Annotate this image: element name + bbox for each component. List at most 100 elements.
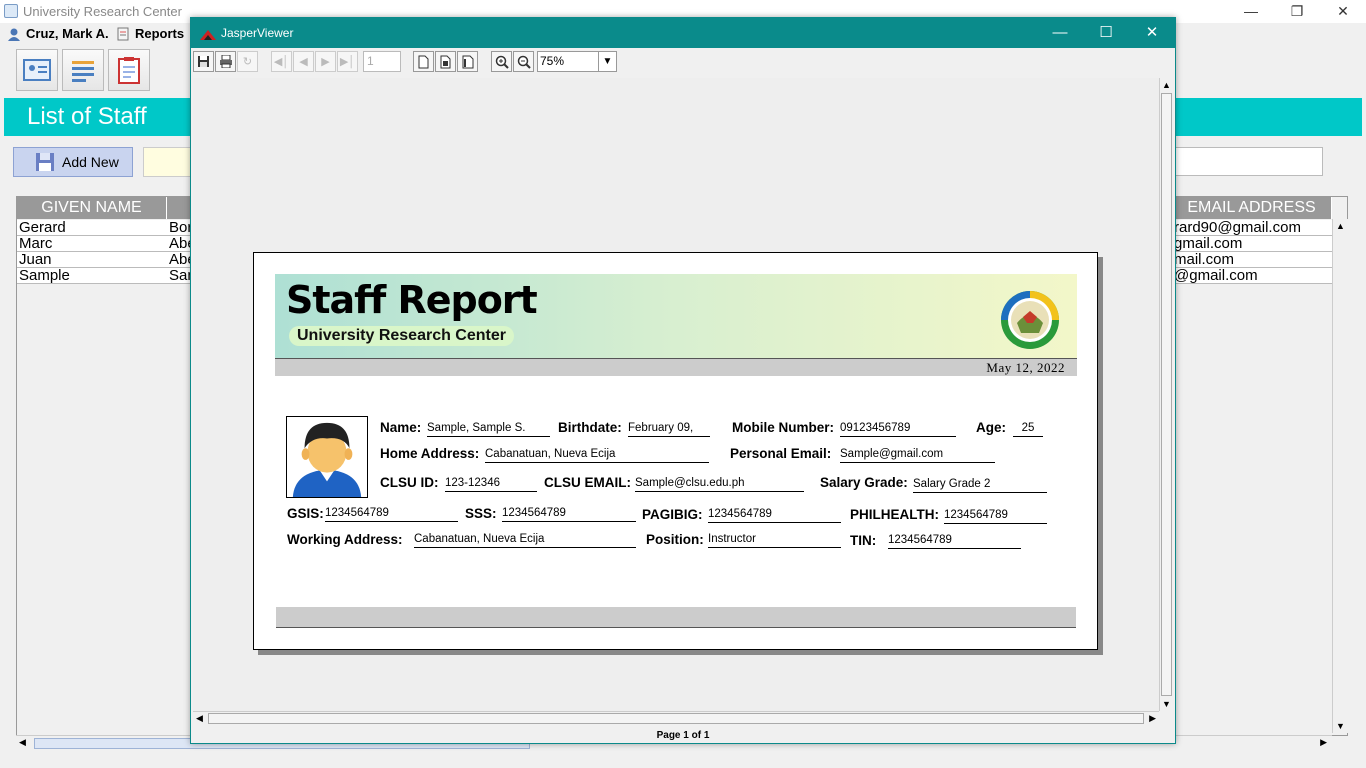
clsu-email-label: CLSU EMAIL:	[544, 475, 631, 490]
fit-width-icon	[462, 55, 473, 68]
user-icon	[7, 27, 21, 41]
table-vertical-scrollbar[interactable]: ▲ ▼	[1332, 219, 1348, 733]
fit-width-button[interactable]	[457, 51, 478, 72]
search-field[interactable]	[143, 147, 193, 177]
cell-email: gmail.com	[1174, 236, 1243, 252]
menu-reports[interactable]: Reports	[116, 26, 184, 41]
column-header-email[interactable]: EMAIL ADDRESS	[1172, 197, 1332, 219]
report-title: Staff Report	[286, 278, 538, 322]
clsu-id-label: CLSU ID:	[380, 475, 439, 490]
minimize-button[interactable]: —	[1228, 0, 1274, 23]
first-page-icon: ◀│	[273, 56, 290, 68]
age-value: 25	[1013, 421, 1043, 437]
position-label: Position:	[646, 532, 704, 547]
staff-profile-button[interactable]	[16, 49, 58, 91]
viewer-vscroll-thumb[interactable]	[1161, 93, 1172, 696]
birthdate-label: Birthdate:	[558, 420, 622, 435]
add-new-button[interactable]: Add New	[13, 147, 133, 177]
list-button[interactable]	[62, 49, 104, 91]
scroll-down-icon[interactable]: ▼	[1162, 699, 1171, 709]
cell-email: @gmail.com	[1174, 268, 1258, 284]
close-button[interactable]: ✕	[1320, 0, 1366, 23]
list-icon	[72, 61, 94, 82]
print-button[interactable]	[215, 51, 236, 72]
philhealth-label: PHILHEALTH:	[850, 507, 939, 522]
birthdate-value: February 09,	[628, 421, 710, 437]
age-label: Age:	[976, 420, 1006, 435]
cell-middle: Bor	[169, 220, 193, 236]
pagibig-label: PAGIBIG:	[642, 507, 703, 522]
column-header-given-name[interactable]: GIVEN NAME	[17, 197, 167, 219]
zoom-in-button[interactable]	[491, 51, 512, 72]
zoom-select[interactable]: 75% ▼	[537, 51, 617, 72]
name-value: Sample, Sample S.	[427, 421, 550, 437]
scroll-right-icon[interactable]: ▶	[1320, 737, 1327, 748]
sss-value: 1234564789	[502, 506, 636, 522]
viewer-vertical-scrollbar[interactable]: ▲ ▼	[1159, 78, 1174, 711]
menu-user-label: Cruz, Mark A.	[26, 26, 109, 41]
banner-title: List of Staff	[27, 103, 147, 130]
actual-size-button[interactable]	[413, 51, 434, 72]
cell-email: mail.com	[1174, 252, 1235, 268]
menu-user[interactable]: Cruz, Mark A.	[7, 26, 109, 41]
name-label: Name:	[380, 420, 422, 435]
report-header: Staff Report University Research Center	[275, 274, 1077, 358]
scroll-left-icon[interactable]: ◀	[19, 737, 26, 748]
tin-label: TIN:	[850, 533, 877, 548]
clsu-email-value: Sample@clsu.edu.ph	[635, 476, 804, 492]
cell-email: rard90@gmail.com	[1174, 220, 1301, 236]
reload-icon: ↻	[242, 56, 253, 68]
personal-email-value: Sample@gmail.com	[840, 447, 995, 463]
page-status: Page 1 of 1	[656, 730, 710, 741]
scroll-right-icon[interactable]: ▶	[1149, 713, 1156, 724]
last-page-button[interactable]: ▶│	[337, 51, 358, 72]
pagibig-value: 1234564789	[708, 507, 841, 523]
report-date: May 12, 2022	[986, 360, 1065, 375]
scroll-down-icon[interactable]: ▼	[1336, 721, 1345, 731]
zoom-out-button[interactable]	[513, 51, 534, 72]
reload-button[interactable]: ↻	[237, 51, 258, 72]
first-page-button[interactable]: ◀│	[271, 51, 292, 72]
page-number-input[interactable]: 1	[363, 51, 401, 72]
next-page-button[interactable]: ▶	[315, 51, 336, 72]
fit-page-icon	[440, 55, 451, 68]
mobile-label: Mobile Number:	[732, 420, 835, 435]
report-canvas: Staff Report University Research Center …	[193, 78, 1159, 711]
chevron-down-icon[interactable]: ▼	[598, 52, 616, 71]
home-address-value: Cabanatuan, Nueva Ecija	[485, 447, 709, 463]
report-page: Staff Report University Research Center …	[253, 252, 1098, 650]
cell-given: Gerard	[19, 220, 66, 236]
restore-button[interactable]: ❐	[1274, 0, 1320, 23]
salary-grade-label: Salary Grade:	[820, 475, 908, 490]
report-footer-band	[276, 607, 1076, 628]
viewer-hscroll-thumb[interactable]	[208, 713, 1144, 724]
jasper-logo-icon	[200, 28, 216, 43]
actual-size-icon	[418, 55, 429, 68]
profile-card-icon	[23, 59, 51, 81]
viewer-horizontal-scrollbar[interactable]: ◀ ▶	[193, 711, 1159, 726]
jasper-viewer-window: JasperViewer — ☐ ✕ ↻ ◀│ ◀ ▶ ▶│ 1 75% ▼ S…	[190, 17, 1176, 744]
clipboard-icon	[118, 57, 140, 84]
zoom-out-icon	[517, 55, 531, 69]
viewer-close-button[interactable]: ✕	[1129, 18, 1175, 48]
save-button[interactable]	[193, 51, 214, 72]
search-input[interactable]	[1175, 147, 1323, 176]
previous-page-button[interactable]: ◀	[293, 51, 314, 72]
viewer-maximize-button[interactable]: ☐	[1083, 18, 1129, 48]
scroll-up-icon[interactable]: ▲	[1336, 221, 1345, 231]
scroll-left-icon[interactable]: ◀	[196, 713, 203, 724]
clipboard-button[interactable]	[108, 49, 150, 91]
viewer-titlebar: JasperViewer — ☐ ✕	[191, 18, 1175, 48]
working-address-label: Working Address:	[287, 532, 403, 547]
viewer-minimize-button[interactable]: —	[1037, 18, 1083, 48]
university-seal-icon	[1001, 291, 1059, 349]
fit-page-button[interactable]	[435, 51, 456, 72]
gsis-label: GSIS:	[287, 506, 324, 521]
scroll-up-icon[interactable]: ▲	[1162, 80, 1171, 90]
staff-avatar-icon	[286, 416, 368, 498]
working-address-value: Cabanatuan, Nueva Ecija	[414, 532, 636, 548]
philhealth-value: 1234564789	[944, 508, 1047, 524]
zoom-in-icon	[495, 55, 509, 69]
sss-label: SSS:	[465, 506, 497, 521]
last-page-icon: ▶│	[339, 56, 356, 68]
